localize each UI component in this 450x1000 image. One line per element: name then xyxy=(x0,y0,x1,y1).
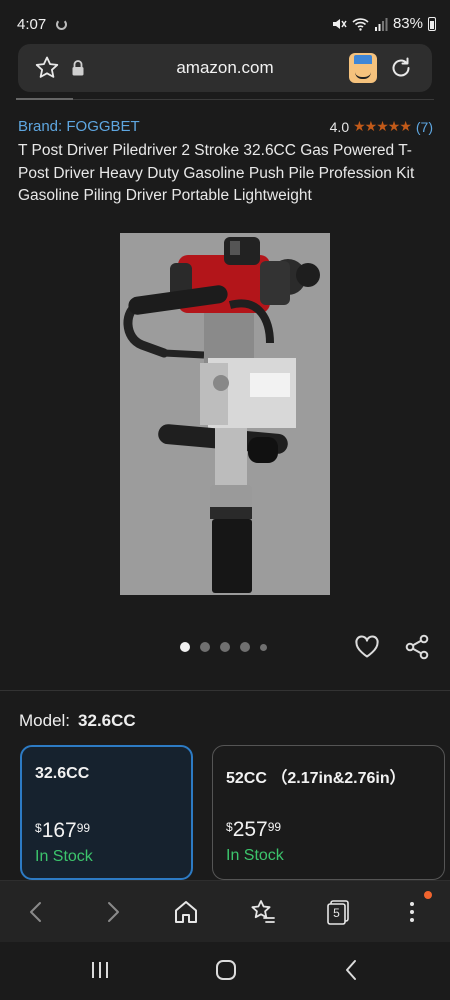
availability: In Stock xyxy=(226,847,284,864)
variation-price: $25799 xyxy=(226,818,281,842)
model-selector-label: Model: 32.6CC xyxy=(19,711,136,731)
nav-back-icon[interactable] xyxy=(340,958,364,982)
section-divider xyxy=(0,690,450,691)
variation-price: $16799 xyxy=(35,819,90,843)
product-page: Brand: FOGGBET 4.0 ★★★★★ (7) T Post Driv… xyxy=(0,96,450,880)
bookmarks-icon[interactable] xyxy=(249,898,277,926)
price-whole: 257 xyxy=(232,818,268,841)
mute-icon xyxy=(332,18,347,29)
signal-icon xyxy=(374,17,388,31)
product-title: T Post Driver Piledriver 2 Stroke 32.6CC… xyxy=(18,142,415,204)
home-icon[interactable] xyxy=(172,898,200,926)
model-label: Model: xyxy=(19,711,71,730)
nav-home-icon[interactable] xyxy=(214,958,238,982)
carousel-dot[interactable] xyxy=(180,642,190,652)
recents-icon[interactable] xyxy=(88,958,112,982)
tabs-icon[interactable]: 5 xyxy=(324,898,352,926)
variation-name: 32.6CC xyxy=(35,765,90,782)
availability: In Stock xyxy=(35,848,93,865)
carousel-dot[interactable] xyxy=(220,642,230,652)
share-icon[interactable] xyxy=(404,634,430,660)
battery-icon xyxy=(428,16,436,31)
notification-badge xyxy=(424,891,432,899)
variation-name: 52CC （2.17in&2.76in） xyxy=(226,770,406,787)
price-currency: $ xyxy=(226,820,233,834)
model-selected-value: 32.6CC xyxy=(78,711,136,730)
wifi-icon xyxy=(352,17,369,31)
menu-dots-icon[interactable] xyxy=(398,898,426,926)
rating-stars-icon: ★★★★★ xyxy=(353,118,412,134)
product-image[interactable] xyxy=(120,233,330,595)
variation-option[interactable]: 52CC （2.17in&2.76in） $25799 In Stock xyxy=(212,745,445,880)
price-whole: 167 xyxy=(41,819,77,842)
forward-arrow-icon[interactable] xyxy=(99,898,127,926)
tabs-count: 5 xyxy=(333,906,340,920)
price-fraction: 99 xyxy=(267,820,282,834)
back-arrow-icon[interactable] xyxy=(22,898,50,926)
wishlist-heart-icon[interactable] xyxy=(354,635,380,659)
price-currency: $ xyxy=(35,821,42,835)
status-right: 83% xyxy=(331,15,436,32)
amazon-app-icon[interactable] xyxy=(349,53,377,83)
post-driver-illustration xyxy=(123,237,320,593)
sync-icon xyxy=(56,19,67,30)
carousel-dot[interactable] xyxy=(260,643,267,651)
price-fraction: 99 xyxy=(76,821,91,835)
status-bar: 4:07 83% xyxy=(0,0,450,42)
variation-option-selected[interactable]: 32.6CC $16799 In Stock xyxy=(20,745,193,880)
status-time: 4:07 xyxy=(17,16,47,33)
divider xyxy=(16,98,434,100)
carousel-dot[interactable] xyxy=(200,642,210,652)
reload-icon[interactable] xyxy=(389,56,413,80)
system-nav-bar xyxy=(0,942,450,1000)
rating-value: 4.0 xyxy=(329,118,350,135)
carousel-dot[interactable] xyxy=(240,642,250,652)
image-carousel-dots xyxy=(180,642,267,652)
rating-count-link[interactable]: (7) xyxy=(416,119,433,135)
rating-summary[interactable]: 4.0 ★★★★★ (7) xyxy=(330,118,433,135)
battery-percent: 83% xyxy=(392,15,423,32)
address-bar[interactable]: amazon.com xyxy=(18,44,432,92)
browser-toolbar: 5 xyxy=(0,880,450,942)
brand-link[interactable]: Brand: FOGGBET xyxy=(18,118,140,135)
